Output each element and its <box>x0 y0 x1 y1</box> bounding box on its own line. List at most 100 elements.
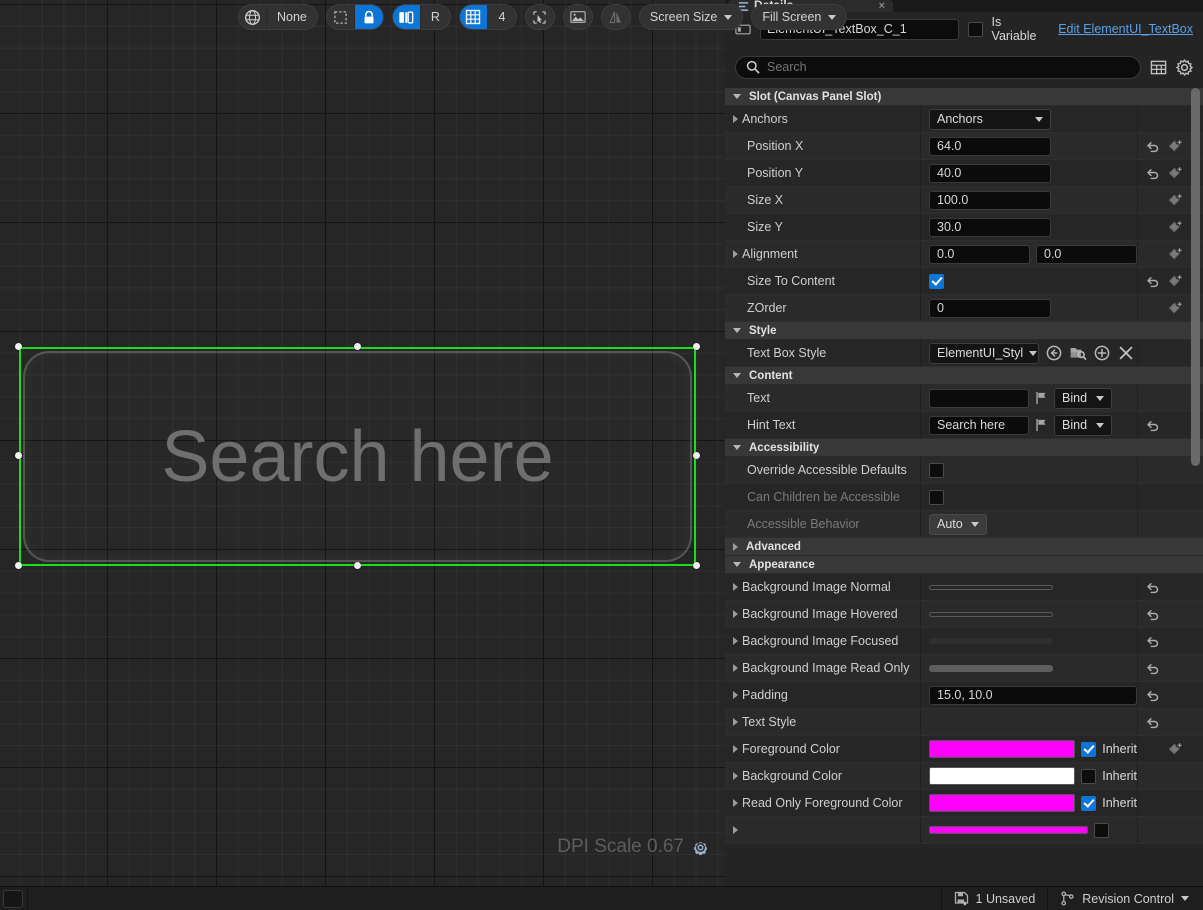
fill-screen-dropdown[interactable]: Fill Screen <box>752 5 846 29</box>
property-row[interactable]: Size X 100.0 <box>725 187 1203 214</box>
designer-toolbar[interactable]: None R 4 Screen Size Fill Screen <box>238 3 848 31</box>
lock-icon[interactable] <box>354 5 383 29</box>
localization-preview-icon[interactable] <box>392 5 421 29</box>
number-input-x[interactable]: 0.0 <box>929 244 1030 264</box>
revert-icon[interactable] <box>1146 608 1160 621</box>
color-swatch[interactable] <box>929 826 1088 834</box>
number-input[interactable]: 0 <box>929 298 1051 318</box>
resize-handle-middle-left[interactable] <box>15 452 22 459</box>
chevron-right-icon[interactable] <box>733 610 738 618</box>
property-row[interactable]: Alignment 0.0 0.0 <box>725 241 1203 268</box>
chevron-right-icon[interactable] <box>733 718 738 726</box>
number-input[interactable]: 100.0 <box>929 190 1051 210</box>
number-input[interactable]: 40.0 <box>929 163 1051 183</box>
padding-input[interactable]: 15.0, 10.0 <box>929 685 1137 705</box>
status-content-drawer-button[interactable] <box>3 889 23 908</box>
revert-icon[interactable] <box>1146 635 1160 648</box>
image-icon[interactable] <box>564 5 592 29</box>
chevron-right-icon[interactable] <box>733 745 738 753</box>
color-swatch[interactable] <box>929 794 1076 812</box>
chevron-right-icon[interactable] <box>733 583 738 591</box>
gear-icon[interactable] <box>1176 58 1193 76</box>
property-checkbox[interactable] <box>929 462 944 478</box>
chevron-right-icon[interactable] <box>733 772 738 780</box>
globe-icon[interactable] <box>239 5 267 29</box>
create-binding-icon[interactable] <box>1168 274 1183 288</box>
category-appearance[interactable]: Appearance <box>725 556 1203 574</box>
status-revision-control-button[interactable]: Revision Control <box>1047 886 1203 910</box>
revert-icon[interactable] <box>1146 716 1160 729</box>
property-row[interactable] <box>725 817 1203 844</box>
brush-preview[interactable] <box>929 664 1053 672</box>
resize-handle-top-left[interactable] <box>15 343 22 350</box>
is-variable-checkbox[interactable] <box>967 21 983 37</box>
resize-handle-bottom-right[interactable] <box>693 562 700 569</box>
create-binding-icon[interactable] <box>1168 220 1183 234</box>
dashed-cursor-icon[interactable] <box>526 5 554 29</box>
text-box-style-asset-picker[interactable]: ElementUI_Styl <box>929 342 1039 364</box>
details-search-box[interactable]: Search <box>735 55 1141 79</box>
property-row[interactable]: Position Y 40.0 <box>725 160 1203 187</box>
property-row[interactable]: Padding 15.0, 10.0 <box>725 682 1203 709</box>
revert-icon[interactable] <box>1146 419 1160 432</box>
grid-snap-icon[interactable] <box>459 5 488 29</box>
number-input[interactable]: 64.0 <box>929 136 1051 156</box>
brush-preview[interactable] <box>929 584 1053 590</box>
create-binding-icon[interactable] <box>1168 193 1183 207</box>
revert-icon[interactable] <box>1146 581 1160 594</box>
property-row[interactable]: ZOrder 0 <box>725 295 1203 322</box>
color-swatch[interactable] <box>929 767 1076 785</box>
chevron-right-icon[interactable] <box>733 115 738 123</box>
add-icon[interactable] <box>1093 344 1111 362</box>
chevron-right-icon[interactable] <box>733 664 738 672</box>
status-unsaved-button[interactable]: 1 Unsaved <box>940 886 1048 910</box>
clear-icon[interactable] <box>1117 344 1135 362</box>
inherit-checkbox[interactable] <box>1094 822 1109 838</box>
chevron-right-icon[interactable] <box>733 799 738 807</box>
inherit-checkbox[interactable] <box>1081 741 1097 757</box>
property-row[interactable]: Background Color Inherit <box>725 763 1203 790</box>
create-binding-icon[interactable] <box>1168 139 1183 153</box>
revert-icon[interactable] <box>1146 662 1160 675</box>
chevron-right-icon[interactable] <box>733 250 738 258</box>
category-style[interactable]: Style <box>725 322 1203 340</box>
brush-preview[interactable] <box>929 638 1053 644</box>
property-row[interactable]: Text Style <box>725 709 1203 736</box>
brush-preview[interactable] <box>929 611 1053 617</box>
property-row[interactable]: Position X 64.0 <box>725 133 1203 160</box>
color-swatch[interactable] <box>929 740 1076 758</box>
details-scrollbar[interactable] <box>1191 88 1200 568</box>
revert-icon[interactable] <box>1146 689 1160 702</box>
chevron-right-icon[interactable] <box>733 691 738 699</box>
category-content[interactable]: Content <box>725 367 1203 385</box>
property-row[interactable]: Hint Text Search here Bind <box>725 412 1203 439</box>
property-row[interactable]: Size Y 30.0 <box>725 214 1203 241</box>
textbox-widget-preview[interactable]: Search here <box>15 343 700 569</box>
create-binding-icon[interactable] <box>1168 301 1183 315</box>
property-row[interactable]: Anchors Anchors <box>725 106 1203 133</box>
close-icon[interactable]: × <box>879 0 885 12</box>
property-row[interactable]: Text Box Style ElementUI_Styl <box>725 340 1203 367</box>
chevron-right-icon[interactable] <box>733 637 738 645</box>
mirror-icon[interactable] <box>602 5 630 29</box>
anchors-dropdown[interactable]: Anchors <box>929 108 1051 130</box>
column-layout-icon[interactable] <box>1150 59 1167 76</box>
create-binding-icon[interactable] <box>1168 742 1183 756</box>
revert-icon[interactable] <box>1146 140 1160 153</box>
locale-none[interactable]: None <box>267 5 317 29</box>
dpi-scale-indicator[interactable]: DPI Scale 0.67 <box>557 836 709 858</box>
localization-flag-icon[interactable] <box>1035 391 1048 405</box>
designer-canvas[interactable]: Search here DPI Scale 0.67 <box>0 0 725 886</box>
bind-dropdown[interactable]: Bind <box>1054 387 1112 409</box>
property-row[interactable]: Override Accessible Defaults <box>725 457 1203 484</box>
revert-icon[interactable] <box>1146 167 1160 180</box>
dashed-box-icon[interactable] <box>327 5 355 29</box>
browse-back-icon[interactable] <box>1045 344 1063 362</box>
resize-handle-bottom-left[interactable] <box>15 562 22 569</box>
resize-handle-bottom-center[interactable] <box>354 562 361 569</box>
edit-blueprint-link[interactable]: Edit ElementUI_TextBox <box>1058 22 1193 36</box>
property-row[interactable]: Background Image Hovered <box>725 601 1203 628</box>
create-binding-icon[interactable] <box>1168 247 1183 261</box>
category-accessibility[interactable]: Accessibility <box>725 439 1203 457</box>
resize-handle-top-center[interactable] <box>354 343 361 350</box>
